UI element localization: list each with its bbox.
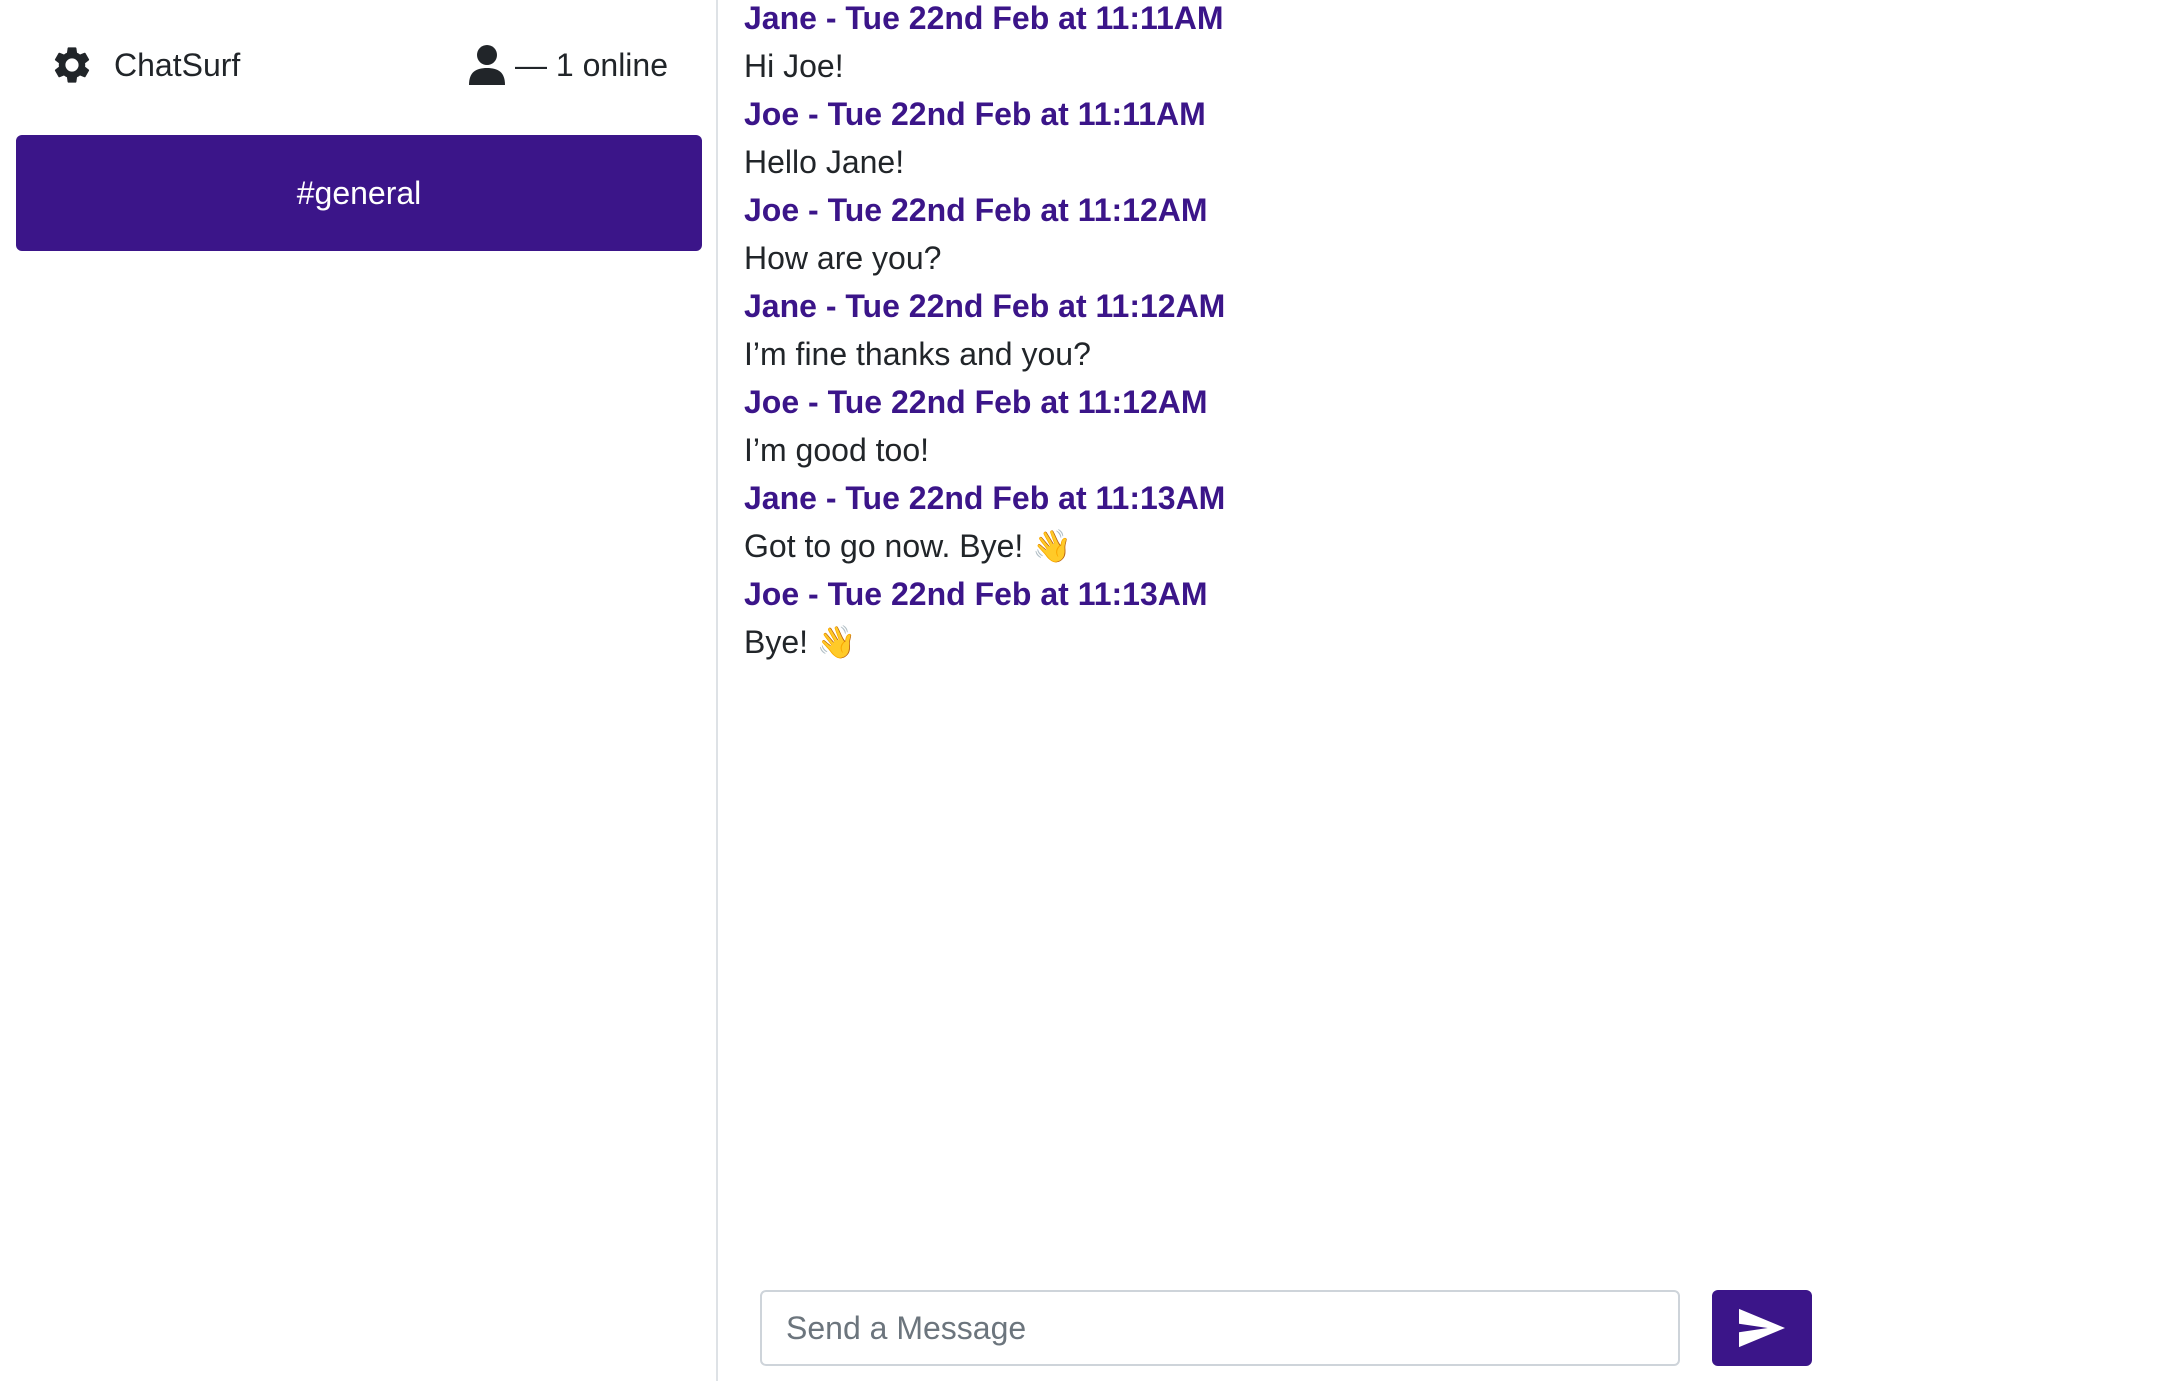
message-item: Joe - Tue 22nd Feb at 11:12AM I’m good t… <box>744 378 2124 474</box>
sidebar: ChatSurf — 1 online #general <box>0 0 718 1381</box>
channel-general[interactable]: #general <box>16 135 702 251</box>
online-count: — 1 online <box>469 40 668 90</box>
message-author: Jane - Tue 22nd Feb at 11:13AM <box>744 480 1226 516</box>
message-author: Jane - Tue 22nd Feb at 11:11AM <box>744 0 1224 36</box>
gear-icon <box>50 43 94 87</box>
message-text: I’m good too! <box>744 432 929 468</box>
message-composer <box>760 1290 1850 1366</box>
message-item: Joe - Tue 22nd Feb at 11:12AM How are yo… <box>744 186 2124 282</box>
message-item: Jane - Tue 22nd Feb at 11:13AM Got to go… <box>744 474 2124 570</box>
chat-app: ChatSurf — 1 online #general Jane - Tue … <box>0 0 2160 1381</box>
online-label: — 1 online <box>515 46 668 83</box>
chat-pane: Jane - Tue 22nd Feb at 11:11AM Hi Joe! J… <box>720 0 2160 1381</box>
user-icon <box>469 45 506 85</box>
message-list: Jane - Tue 22nd Feb at 11:11AM Hi Joe! J… <box>744 0 2124 666</box>
message-author: Joe - Tue 22nd Feb at 11:12AM <box>744 384 1208 420</box>
message-item: Joe - Tue 22nd Feb at 11:13AM Bye! 👋 <box>744 570 2124 666</box>
send-button[interactable] <box>1712 1290 1812 1366</box>
message-input[interactable] <box>760 1290 1680 1366</box>
settings-brand-button[interactable]: ChatSurf <box>50 40 240 90</box>
message-author: Joe - Tue 22nd Feb at 11:13AM <box>744 576 1208 612</box>
send-icon <box>1739 1308 1785 1348</box>
message-author: Joe - Tue 22nd Feb at 11:11AM <box>744 96 1206 132</box>
message-text: Hi Joe! <box>744 48 844 84</box>
message-author: Jane - Tue 22nd Feb at 11:12AM <box>744 288 1226 324</box>
brand-label: ChatSurf <box>114 46 241 83</box>
message-text: How are you? <box>744 240 942 276</box>
message-text: Bye! 👋 <box>744 624 857 660</box>
message-item: Joe - Tue 22nd Feb at 11:11AM Hello Jane… <box>744 90 2124 186</box>
message-item: Jane - Tue 22nd Feb at 11:11AM Hi Joe! <box>744 0 2124 90</box>
message-text: Hello Jane! <box>744 144 905 180</box>
message-text: I’m fine thanks and you? <box>744 336 1091 372</box>
message-author: Joe - Tue 22nd Feb at 11:12AM <box>744 192 1208 228</box>
message-item: Jane - Tue 22nd Feb at 11:12AM I’m fine … <box>744 282 2124 378</box>
channel-label: #general <box>296 174 422 211</box>
message-text: Got to go now. Bye! 👋 <box>744 528 1073 564</box>
